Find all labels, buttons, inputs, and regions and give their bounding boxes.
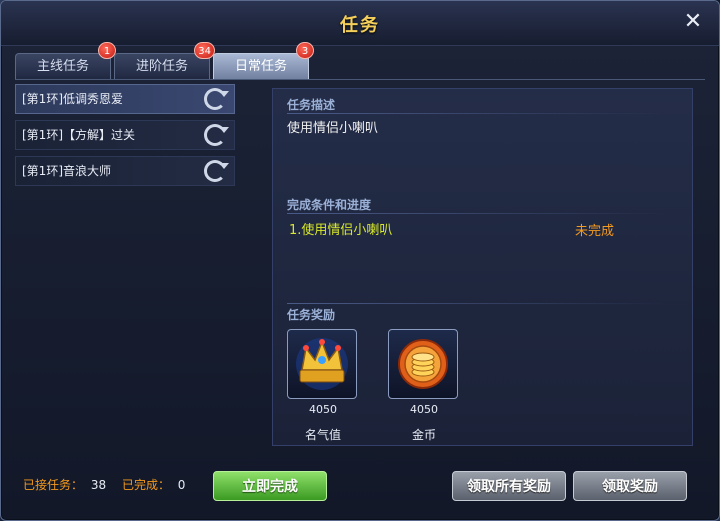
- task-item[interactable]: [第1环]低调秀恩爱: [15, 84, 235, 114]
- reward-item: 4050 金币: [388, 329, 460, 443]
- section-divider: [287, 303, 667, 304]
- tab-label: 主线任务: [36, 59, 89, 74]
- complete-now-button[interactable]: 立即完成: [213, 471, 327, 501]
- section-divider: [287, 113, 667, 114]
- task-item[interactable]: [第1环]【方解】过关: [15, 120, 235, 150]
- claim-reward-button[interactable]: 领取奖励: [573, 471, 687, 501]
- task-list: [第1环]低调秀恩爱 [第1环]【方解】过关 [第1环]音浪大师: [15, 84, 235, 192]
- task-item[interactable]: [第1环]音浪大师: [15, 156, 235, 186]
- reward-name: 名气值: [304, 428, 341, 442]
- condition-text: 1.使用情侣小喇叭: [289, 223, 393, 238]
- completed-label: 已完成：: [121, 478, 170, 492]
- condition-status: 未完成: [575, 224, 615, 239]
- tab-divider: [15, 79, 705, 80]
- tab-label: 进阶任务: [135, 59, 188, 74]
- task-label: [第1环]音浪大师: [22, 164, 111, 178]
- task-detail-panel: 任务描述 使用情侣小喇叭 完成条件和进度 1.使用情侣小喇叭 未完成 任务奖励 …: [272, 88, 693, 446]
- accepted-value: 38: [90, 478, 107, 492]
- reward-amount: 4050: [309, 403, 337, 416]
- claim-all-button[interactable]: 领取所有奖励: [452, 471, 566, 501]
- task-label: [第1环]【方解】过关: [22, 128, 135, 142]
- window-title: 任务: [340, 15, 380, 36]
- gold-coin-icon: [398, 339, 448, 389]
- tab-badge: 3: [296, 42, 314, 59]
- reward-amount: 4050: [410, 403, 438, 416]
- refresh-icon[interactable]: [204, 160, 229, 182]
- section-divider: [287, 213, 667, 214]
- tab-advanced-quest[interactable]: 进阶任务 34: [114, 42, 215, 80]
- refresh-icon[interactable]: [204, 124, 229, 146]
- desc-title: 任务描述: [287, 98, 336, 112]
- refresh-icon[interactable]: [204, 88, 229, 110]
- reward-slot[interactable]: [388, 329, 458, 399]
- tab-label: 日常任务: [234, 59, 287, 74]
- accepted-count: 已接任务： 38 已完成： 0: [23, 476, 185, 493]
- reward-title: 任务奖励: [287, 308, 336, 322]
- tab-daily-quest[interactable]: 日常任务 3: [213, 42, 314, 80]
- accepted-label: 已接任务：: [23, 478, 84, 492]
- reward-slot[interactable]: [287, 329, 357, 399]
- reward-name: 金币: [411, 428, 436, 442]
- reward-item: 4050 名气值: [287, 329, 359, 443]
- cond-title: 完成条件和进度: [287, 198, 372, 212]
- tab-main-quest[interactable]: 主线任务 1: [15, 42, 116, 80]
- tab-badge: 34: [194, 42, 215, 59]
- close-icon[interactable]: ✕: [681, 10, 705, 34]
- task-window: 任务 ✕ 主线任务 1 进阶任务 34 日常任务 3 [第1环]低调秀恩爱 [第…: [0, 0, 720, 521]
- title-bar: 任务 ✕: [1, 1, 719, 46]
- task-label: [第1环]低调秀恩爱: [22, 92, 123, 106]
- task-description: 使用情侣小喇叭: [287, 121, 379, 136]
- completed-value: 0: [177, 478, 186, 492]
- crown-icon: [296, 338, 348, 390]
